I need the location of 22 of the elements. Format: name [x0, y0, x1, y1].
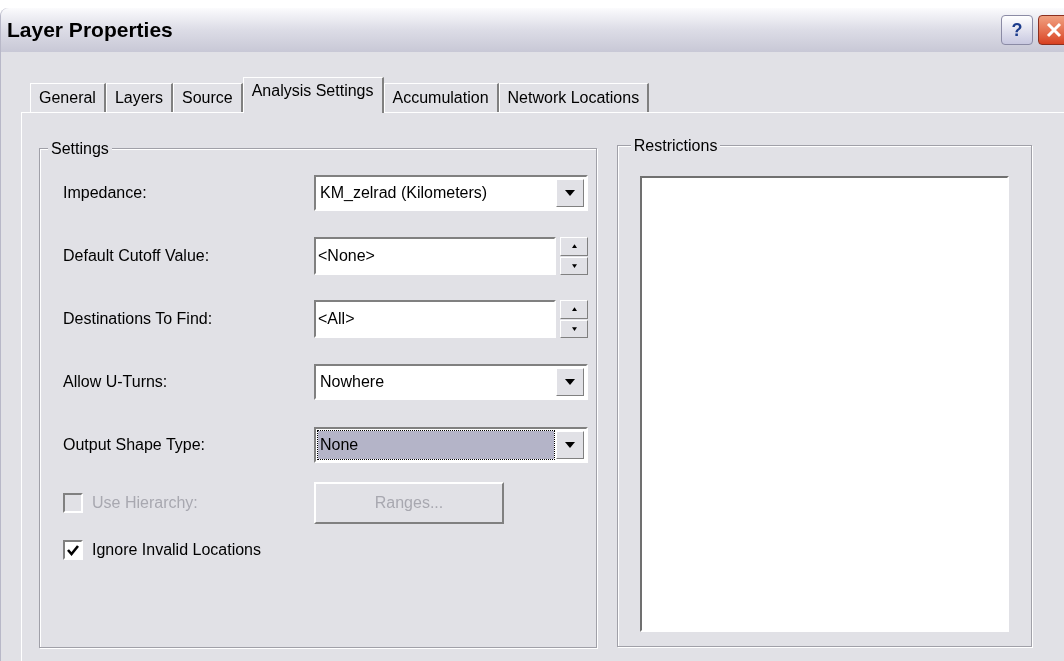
- dropdown-value: KM_zelrad (Kilometers): [319, 183, 489, 203]
- dropdown[interactable]: KM_zelrad (Kilometers): [314, 175, 588, 211]
- field-label: Allow U-Turns:: [63, 372, 169, 392]
- tab[interactable]: Layers: [105, 83, 173, 112]
- input-field[interactable]: <None>: [314, 237, 556, 275]
- dropdown[interactable]: Nowhere: [314, 364, 588, 400]
- help-button[interactable]: ?: [1001, 15, 1033, 45]
- field-label: Output Shape Type:: [63, 435, 207, 455]
- window-title: Layer Properties: [7, 17, 173, 44]
- field-label: Default Cutoff Value:: [63, 246, 211, 266]
- dropdown-value: None: [318, 431, 554, 459]
- tab[interactable]: Source: [172, 83, 243, 112]
- tab[interactable]: Analysis Settings: [242, 77, 384, 113]
- tab[interactable]: Network Locations: [498, 83, 650, 112]
- input-field[interactable]: <All>: [314, 300, 556, 338]
- dropdown-value: Nowhere: [319, 372, 386, 392]
- tab[interactable]: General: [30, 83, 106, 112]
- field-label: Impedance:: [63, 183, 148, 203]
- checkbox-label[interactable]: Ignore Invalid Locations: [92, 538, 261, 562]
- tab[interactable]: Accumulation: [383, 83, 499, 112]
- dropdown[interactable]: None: [314, 427, 588, 463]
- field-label: Destinations To Find:: [63, 309, 214, 329]
